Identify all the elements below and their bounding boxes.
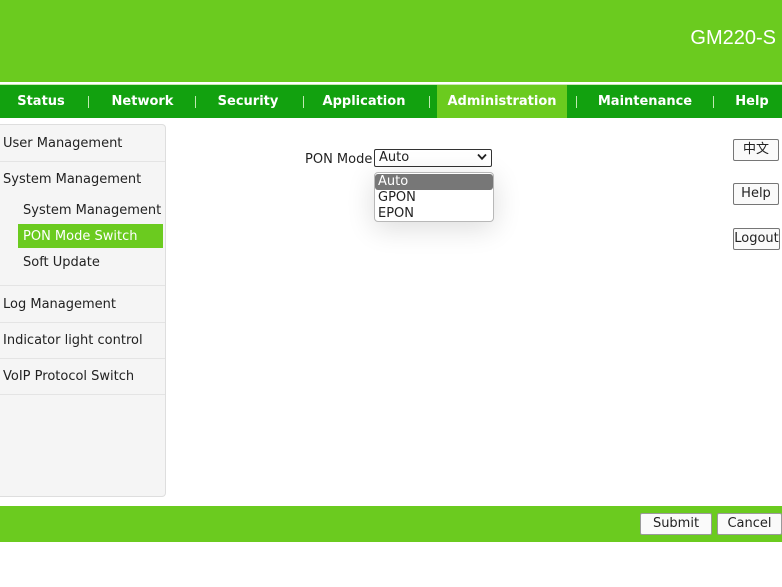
sidebar-item-voip-protocol-switch[interactable]: VoIP Protocol Switch: [3, 369, 134, 384]
sidebar-item-user-management[interactable]: User Management: [3, 136, 122, 151]
pon-mode-options-list: Auto GPON EPON: [374, 172, 494, 222]
cancel-button[interactable]: Cancel: [717, 513, 782, 535]
tab-application[interactable]: Application: [308, 85, 420, 118]
logout-button[interactable]: Logout: [733, 228, 780, 250]
sidebar-divider: [0, 285, 165, 286]
sidebar-item-log-management[interactable]: Log Management: [3, 297, 116, 312]
sidebar-divider: [0, 322, 165, 323]
nav-separator: [303, 96, 304, 108]
submit-button[interactable]: Submit: [640, 513, 712, 535]
nav-separator: [713, 96, 714, 108]
language-button[interactable]: 中文: [733, 139, 779, 161]
sidebar-divider: [0, 358, 165, 359]
sidebar-divider: [0, 394, 165, 395]
sidebar: User Management System Management System…: [0, 124, 166, 497]
tab-maintenance[interactable]: Maintenance: [583, 85, 707, 118]
tab-network[interactable]: Network: [95, 85, 190, 118]
sidebar-divider: [0, 161, 165, 162]
tab-help[interactable]: Help: [722, 85, 782, 118]
pon-mode-select[interactable]: Auto: [374, 149, 492, 167]
tab-status[interactable]: Status: [0, 85, 82, 118]
sidebar-subitem-soft-update[interactable]: Soft Update: [23, 255, 100, 270]
nav-separator: [429, 96, 430, 108]
nav-separator: [88, 96, 89, 108]
main-nav: Status Network Security Application Admi…: [0, 84, 782, 118]
pon-mode-value: Auto: [379, 150, 410, 165]
sidebar-item-indicator-light-control[interactable]: Indicator light control: [3, 333, 143, 348]
device-model: GM220-S: [690, 27, 776, 49]
option-gpon[interactable]: GPON: [375, 190, 493, 206]
sidebar-item-system-management[interactable]: System Management: [3, 172, 141, 187]
help-button[interactable]: Help: [733, 183, 779, 205]
header-banner: GM220-S: [0, 0, 782, 82]
nav-separator: [576, 96, 577, 108]
sidebar-subitem-system-management[interactable]: System Management: [23, 203, 161, 218]
pon-mode-label: PON Mode: [305, 152, 373, 167]
sidebar-subitem-pon-mode-switch[interactable]: PON Mode Switch: [23, 229, 137, 244]
option-epon[interactable]: EPON: [375, 206, 493, 221]
nav-separator: [195, 96, 196, 108]
chevron-down-icon: [477, 153, 487, 161]
tab-administration[interactable]: Administration: [437, 85, 567, 118]
tab-security[interactable]: Security: [200, 85, 296, 118]
option-auto[interactable]: Auto: [375, 174, 493, 190]
